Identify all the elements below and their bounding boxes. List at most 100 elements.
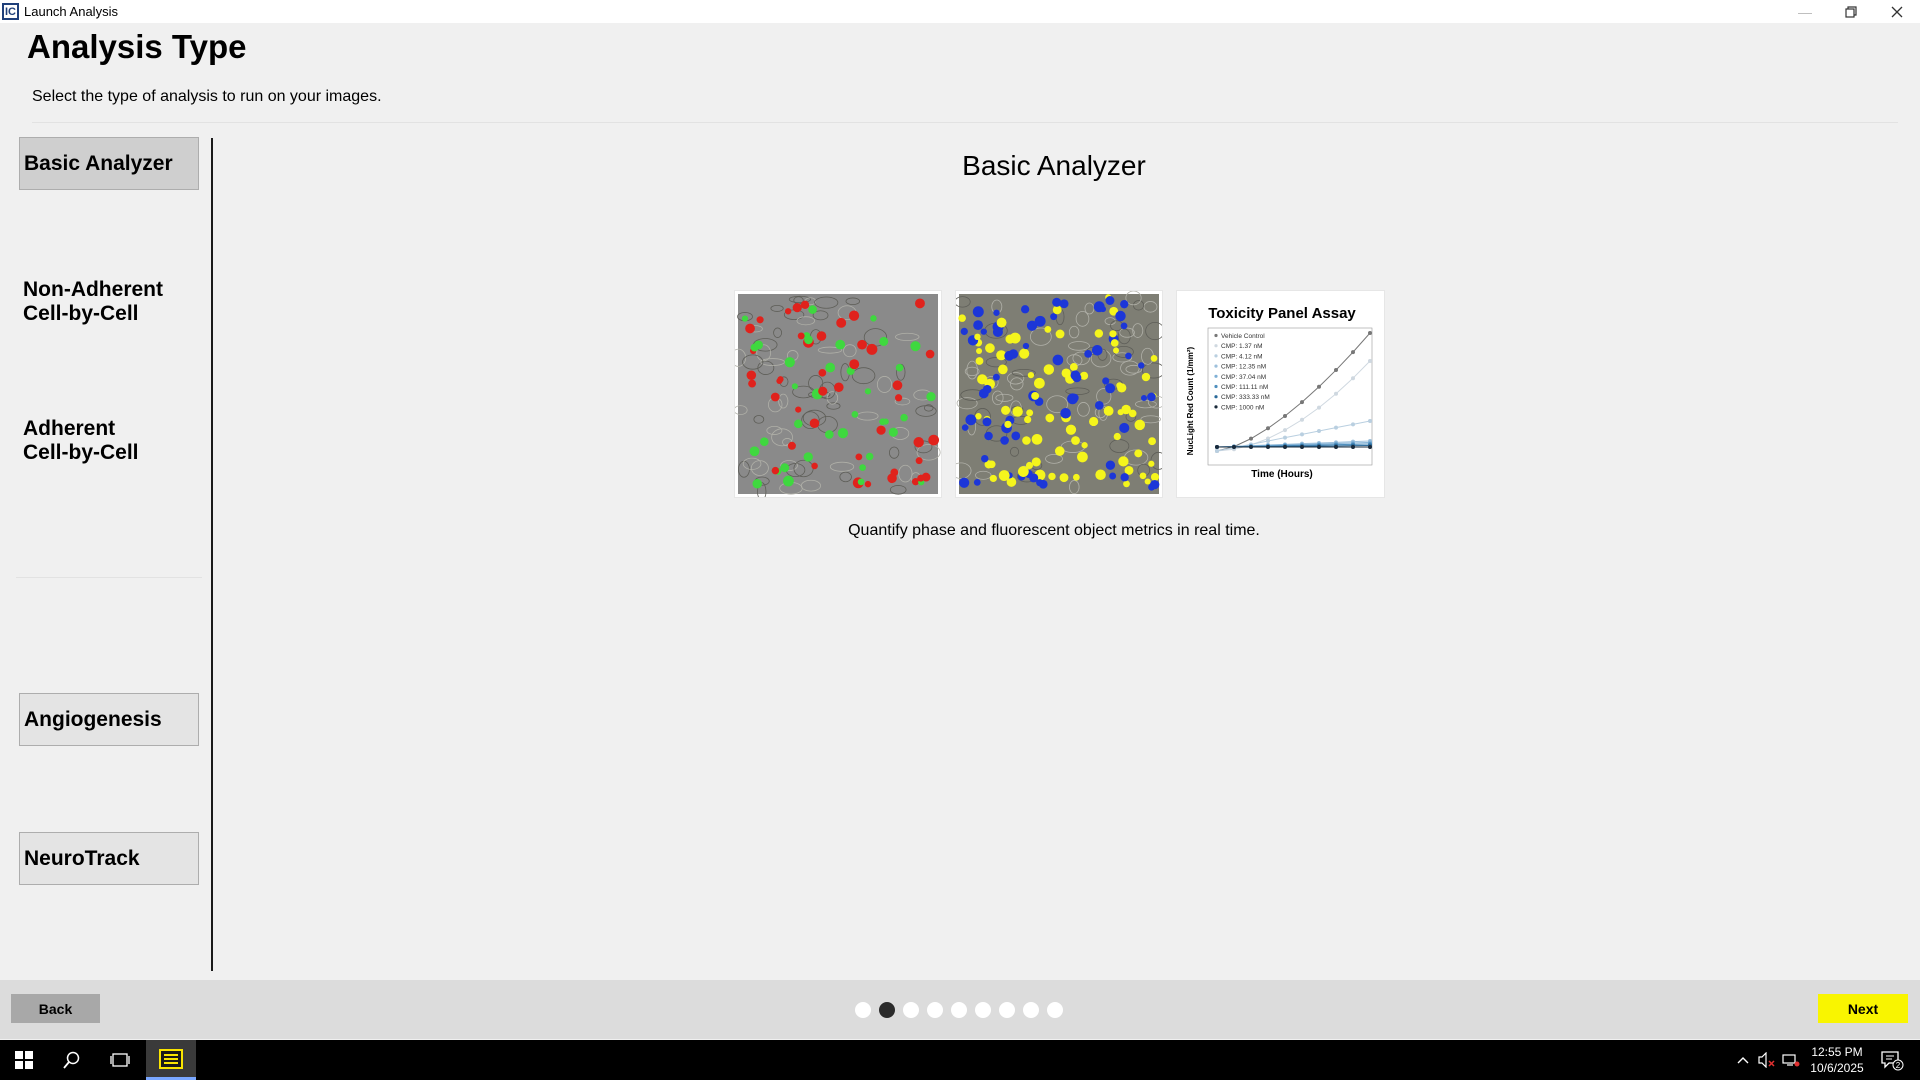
cell-nucleus	[1150, 354, 1158, 362]
cell-nucleus	[976, 347, 983, 355]
cell-nucleus	[745, 323, 755, 334]
restore-icon[interactable]	[1828, 0, 1874, 23]
series-point	[1368, 331, 1372, 335]
step-dot[interactable]	[975, 1002, 991, 1018]
series-point	[1249, 436, 1253, 441]
notification-center-icon[interactable]: 2	[1876, 1040, 1908, 1080]
cell-nucleus	[1019, 348, 1030, 359]
nav-non-adherent-cell-by-cell[interactable]: Non-Adherent Cell-by-Cell	[23, 278, 163, 326]
cell-nucleus	[800, 300, 810, 310]
step-dot[interactable]	[999, 1002, 1015, 1018]
cell-nucleus	[1009, 332, 1021, 344]
chevron-up-icon[interactable]	[1731, 1040, 1755, 1080]
cell-nucleus	[857, 478, 865, 486]
cell-nucleus	[771, 466, 780, 475]
step-dot[interactable]	[879, 1002, 895, 1018]
legend-marker	[1214, 384, 1218, 389]
system-clock[interactable]: 12:55 PM 10/6/2025	[1804, 1044, 1870, 1076]
cell-nucleus	[754, 340, 763, 350]
cell-nucleus	[1094, 401, 1104, 410]
cell-nucleus	[1150, 472, 1160, 482]
cell-nucleus	[825, 362, 836, 373]
mask-overlay-thumbnail	[955, 290, 1163, 498]
series-point	[1283, 435, 1287, 440]
search-icon[interactable]	[48, 1040, 96, 1080]
cell-nucleus	[808, 305, 817, 314]
cell-nucleus	[1054, 446, 1065, 456]
cell-nucleus	[1148, 437, 1156, 446]
legend-entry: CMP: 111.11 nM	[1221, 384, 1268, 391]
cell-nucleus	[1091, 344, 1103, 356]
series-point	[1334, 391, 1338, 396]
cell-nucleus	[1116, 382, 1123, 389]
cell-nucleus	[1120, 322, 1128, 330]
legend-marker	[1214, 395, 1218, 399]
cell-nucleus	[1072, 373, 1082, 383]
cell-nucleus	[837, 428, 849, 439]
cell-nucleus	[1089, 416, 1099, 427]
cell-nucleus	[982, 417, 992, 427]
cell-nucleus	[1027, 372, 1035, 379]
step-dot[interactable]	[903, 1002, 919, 1018]
minimize-icon[interactable]: —	[1782, 0, 1828, 23]
back-button[interactable]: Back	[11, 994, 100, 1023]
incucyte-app-icon[interactable]	[146, 1040, 196, 1080]
cell-nucleus	[818, 369, 827, 377]
cell-nucleus	[894, 394, 903, 402]
legend-marker	[1214, 333, 1218, 338]
close-icon[interactable]	[1874, 0, 1920, 23]
cell-nucleus	[804, 335, 813, 345]
nav-neurotrack-button[interactable]: NeuroTrack	[19, 832, 199, 885]
cell-nucleus	[1110, 339, 1119, 347]
nav-basic-analyzer-button[interactable]: Basic Analyzer	[19, 137, 199, 190]
series-point	[1351, 350, 1355, 355]
series-point	[1317, 445, 1321, 449]
cell-nucleus	[972, 306, 984, 318]
cell-nucleus	[985, 343, 995, 353]
cell-nucleus	[1022, 436, 1031, 445]
next-button[interactable]: Next	[1818, 994, 1908, 1023]
step-dot[interactable]	[927, 1002, 943, 1018]
cell-nucleus	[987, 460, 996, 469]
cell-nucleus	[1067, 393, 1078, 405]
step-dot[interactable]	[1023, 1002, 1039, 1018]
nav-angiogenesis-button[interactable]: Angiogenesis	[19, 693, 199, 746]
step-dot[interactable]	[1047, 1002, 1063, 1018]
cell-nucleus	[759, 437, 769, 447]
speaker-muted-icon[interactable]	[1755, 1040, 1779, 1080]
series-point	[1215, 449, 1219, 453]
series-point	[1351, 422, 1355, 427]
cell-nucleus	[809, 418, 820, 429]
step-dot[interactable]	[855, 1002, 871, 1018]
cell-nucleus	[1102, 377, 1110, 385]
series-point	[1334, 445, 1338, 449]
cell-nucleus	[834, 382, 844, 393]
cell-nucleus	[784, 308, 792, 315]
network-icon[interactable]	[1779, 1040, 1803, 1080]
cell-nucleus	[780, 463, 790, 473]
windows-start-icon[interactable]	[0, 1040, 48, 1080]
legend-marker	[1214, 364, 1218, 368]
cell-nucleus	[1128, 409, 1137, 418]
series-point	[1232, 445, 1236, 449]
cell-nucleus	[811, 462, 818, 470]
cell-nucleus	[1094, 329, 1104, 338]
step-dot[interactable]	[951, 1002, 967, 1018]
cell-nucleus	[958, 314, 966, 322]
cell-nucleus	[1022, 342, 1030, 350]
cell-nucleus	[1140, 394, 1148, 402]
cell-nucleus	[982, 384, 992, 394]
cell-nucleus	[1031, 433, 1043, 445]
series-point	[1266, 439, 1270, 443]
cell-nucleus	[1069, 363, 1078, 371]
cell-nucleus	[783, 475, 794, 487]
header-divider	[32, 122, 1898, 123]
nav-adherent-cell-by-cell[interactable]: Adherent Cell-by-Cell	[23, 417, 139, 465]
cell-nucleus	[848, 310, 860, 321]
task-view-icon[interactable]	[96, 1040, 144, 1080]
cell-nucleus	[746, 370, 757, 381]
cell-nucleus	[1123, 480, 1130, 488]
cell-nucleus	[792, 303, 802, 313]
series-point	[1300, 432, 1304, 437]
cell-nucleus	[1112, 347, 1120, 354]
